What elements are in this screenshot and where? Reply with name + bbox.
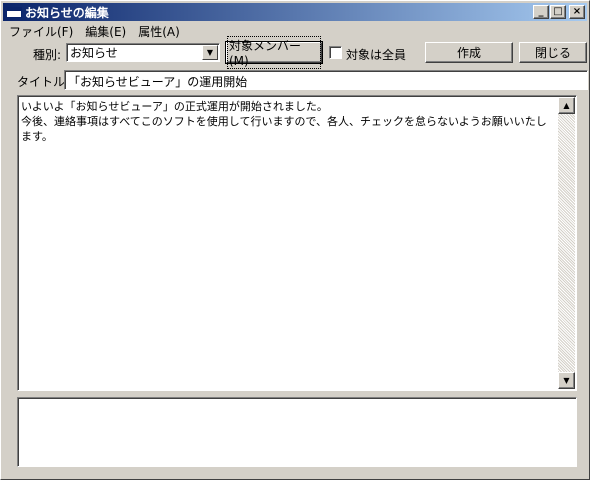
edit-notice-window: お知らせの編集 _ □ × ファイル(F) 編集(E) 属性(A) 種別: お知… xyxy=(0,0,590,480)
minimize-icon: _ xyxy=(538,6,544,17)
menu-file[interactable]: ファイル(F) xyxy=(3,23,79,40)
maximize-icon: □ xyxy=(553,6,563,17)
vertical-scrollbar[interactable]: ▲ ▼ xyxy=(558,97,575,389)
minimize-button[interactable]: _ xyxy=(533,5,549,19)
body-text: いよいよ「お知らせビューア」の正式運用が開始されました。 今後、連絡事項はすべて… xyxy=(21,100,547,143)
close-window-button[interactable]: × xyxy=(569,5,585,19)
target-members-button-label: 対象メンバー(M) xyxy=(227,36,321,69)
close-icon: × xyxy=(572,6,582,17)
type-label: 種別: xyxy=(33,48,62,62)
dropdown-arrow-icon[interactable]: ▼ xyxy=(202,45,218,60)
menu-bar: ファイル(F) 編集(E) 属性(A) xyxy=(3,22,186,40)
window-title: お知らせの編集 xyxy=(25,5,109,20)
all-members-label[interactable]: 対象は全員 xyxy=(346,46,406,63)
maximize-button[interactable]: □ xyxy=(550,5,566,19)
body-textarea[interactable]: いよいよ「お知らせビューア」の正式運用が開始されました。 今後、連絡事項はすべて… xyxy=(17,95,577,391)
scroll-down-icon[interactable]: ▼ xyxy=(558,372,575,389)
menu-attribute[interactable]: 属性(A) xyxy=(132,23,186,40)
create-button-label: 作成 xyxy=(456,46,481,60)
all-members-checkbox[interactable] xyxy=(329,46,342,59)
type-select[interactable]: お知らせ ▼ xyxy=(66,43,220,62)
menu-edit[interactable]: 編集(E) xyxy=(79,23,132,40)
target-members-button[interactable]: 対象メンバー(M) xyxy=(225,36,323,69)
close-button-label: 閉じる xyxy=(534,46,571,60)
secondary-text-area[interactable] xyxy=(17,397,577,467)
type-select-value: お知らせ xyxy=(70,46,118,60)
title-input[interactable]: 「お知らせビューア」の運用開始 xyxy=(64,70,588,90)
create-button[interactable]: 作成 xyxy=(425,42,513,63)
window-icon xyxy=(6,6,22,18)
title-label: タイトル: xyxy=(17,75,70,89)
close-button[interactable]: 閉じる xyxy=(519,42,587,63)
title-bar[interactable]: お知らせの編集 _ □ × xyxy=(3,3,587,21)
scroll-up-icon[interactable]: ▲ xyxy=(558,97,575,114)
